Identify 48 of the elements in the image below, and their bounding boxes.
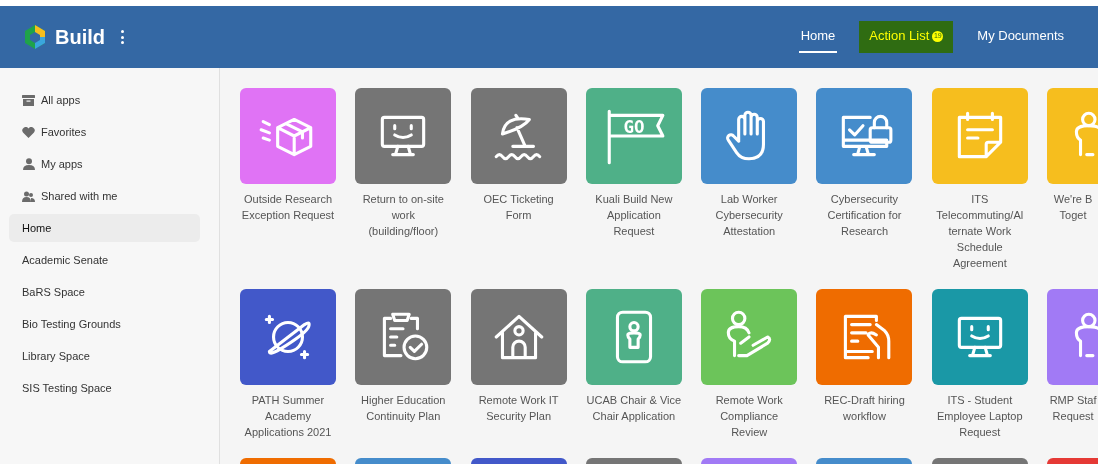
app-tile[interactable] — [816, 88, 913, 184]
app-title: Remote Work Compliance Review — [714, 393, 784, 440]
app-title: Outside Research Exception Request — [240, 192, 336, 223]
sidebar-item[interactable]: Home — [9, 214, 200, 242]
person-icon — [22, 158, 35, 170]
app-title: UCAB Chair & Vice Chair Application — [585, 393, 683, 424]
app-title: PATH Summer Academy Applications 2021 — [243, 393, 333, 440]
app-tile[interactable] — [355, 289, 452, 385]
app-title: ITS Telecommuting/Al ternate Work Schedule Agreement — [935, 192, 1025, 271]
sidebar-item[interactable]: Bio Testing Grounds — [9, 310, 200, 338]
app-title: Lab Worker Cybersecurity Attestation — [714, 192, 784, 239]
hexagon-logo — [24, 25, 46, 49]
people-icon — [22, 190, 35, 202]
sidebar-item[interactable]: My apps — [9, 150, 200, 178]
app-tile[interactable] — [931, 289, 1028, 385]
sidebar-item[interactable]: Shared with me — [9, 182, 200, 210]
app-tile[interactable] — [355, 88, 452, 184]
app-tile[interactable] — [240, 88, 336, 184]
app-tile[interactable] — [816, 289, 913, 385]
app-tile[interactable] — [585, 289, 682, 385]
archive-icon — [22, 94, 35, 106]
app-tile[interactable] — [931, 88, 1028, 184]
sidebar-item[interactable]: Library Space — [9, 342, 200, 370]
app-title: Return to on-site work (building/floor) — [361, 192, 445, 239]
app-title: Higher Education Continuity Plan — [360, 393, 447, 424]
app-title: REC-Draft hiring workflow — [823, 393, 906, 424]
app-title: RMP Staf Request — [1049, 393, 1098, 424]
heart-icon — [22, 126, 35, 138]
app-title: We're B Toget — [1052, 192, 1094, 223]
sidebar-item[interactable]: All apps — [9, 86, 200, 114]
sidebar-item[interactable]: BaRS Space — [9, 278, 200, 306]
app-title: OEC Ticketing Form — [482, 192, 555, 223]
sidebar-item[interactable]: Favorites — [9, 118, 200, 146]
app-title: Remote Work IT Security Plan — [477, 393, 560, 424]
app-title: ITS - Student Employee Laptop Request — [935, 393, 1024, 440]
app-tile[interactable] — [701, 88, 798, 184]
nav-tab[interactable]: My Documents — [975, 21, 1066, 53]
app-title: Cybersecurity Certification for Research — [826, 192, 903, 239]
sidebar-item[interactable]: Academic Senate — [9, 246, 200, 274]
brand-name: Build — [55, 25, 105, 50]
sidebar-item[interactable]: SIS Testing Space — [9, 374, 200, 402]
app-tile[interactable] — [701, 289, 798, 385]
app-tile[interactable] — [470, 289, 567, 385]
more-menu-icon[interactable] — [119, 28, 126, 46]
app-tile[interactable] — [240, 289, 336, 385]
app-title: Kuali Build New Application Request — [594, 192, 674, 239]
nav-tab[interactable]: Home — [798, 21, 838, 53]
app-tile[interactable] — [470, 88, 567, 184]
